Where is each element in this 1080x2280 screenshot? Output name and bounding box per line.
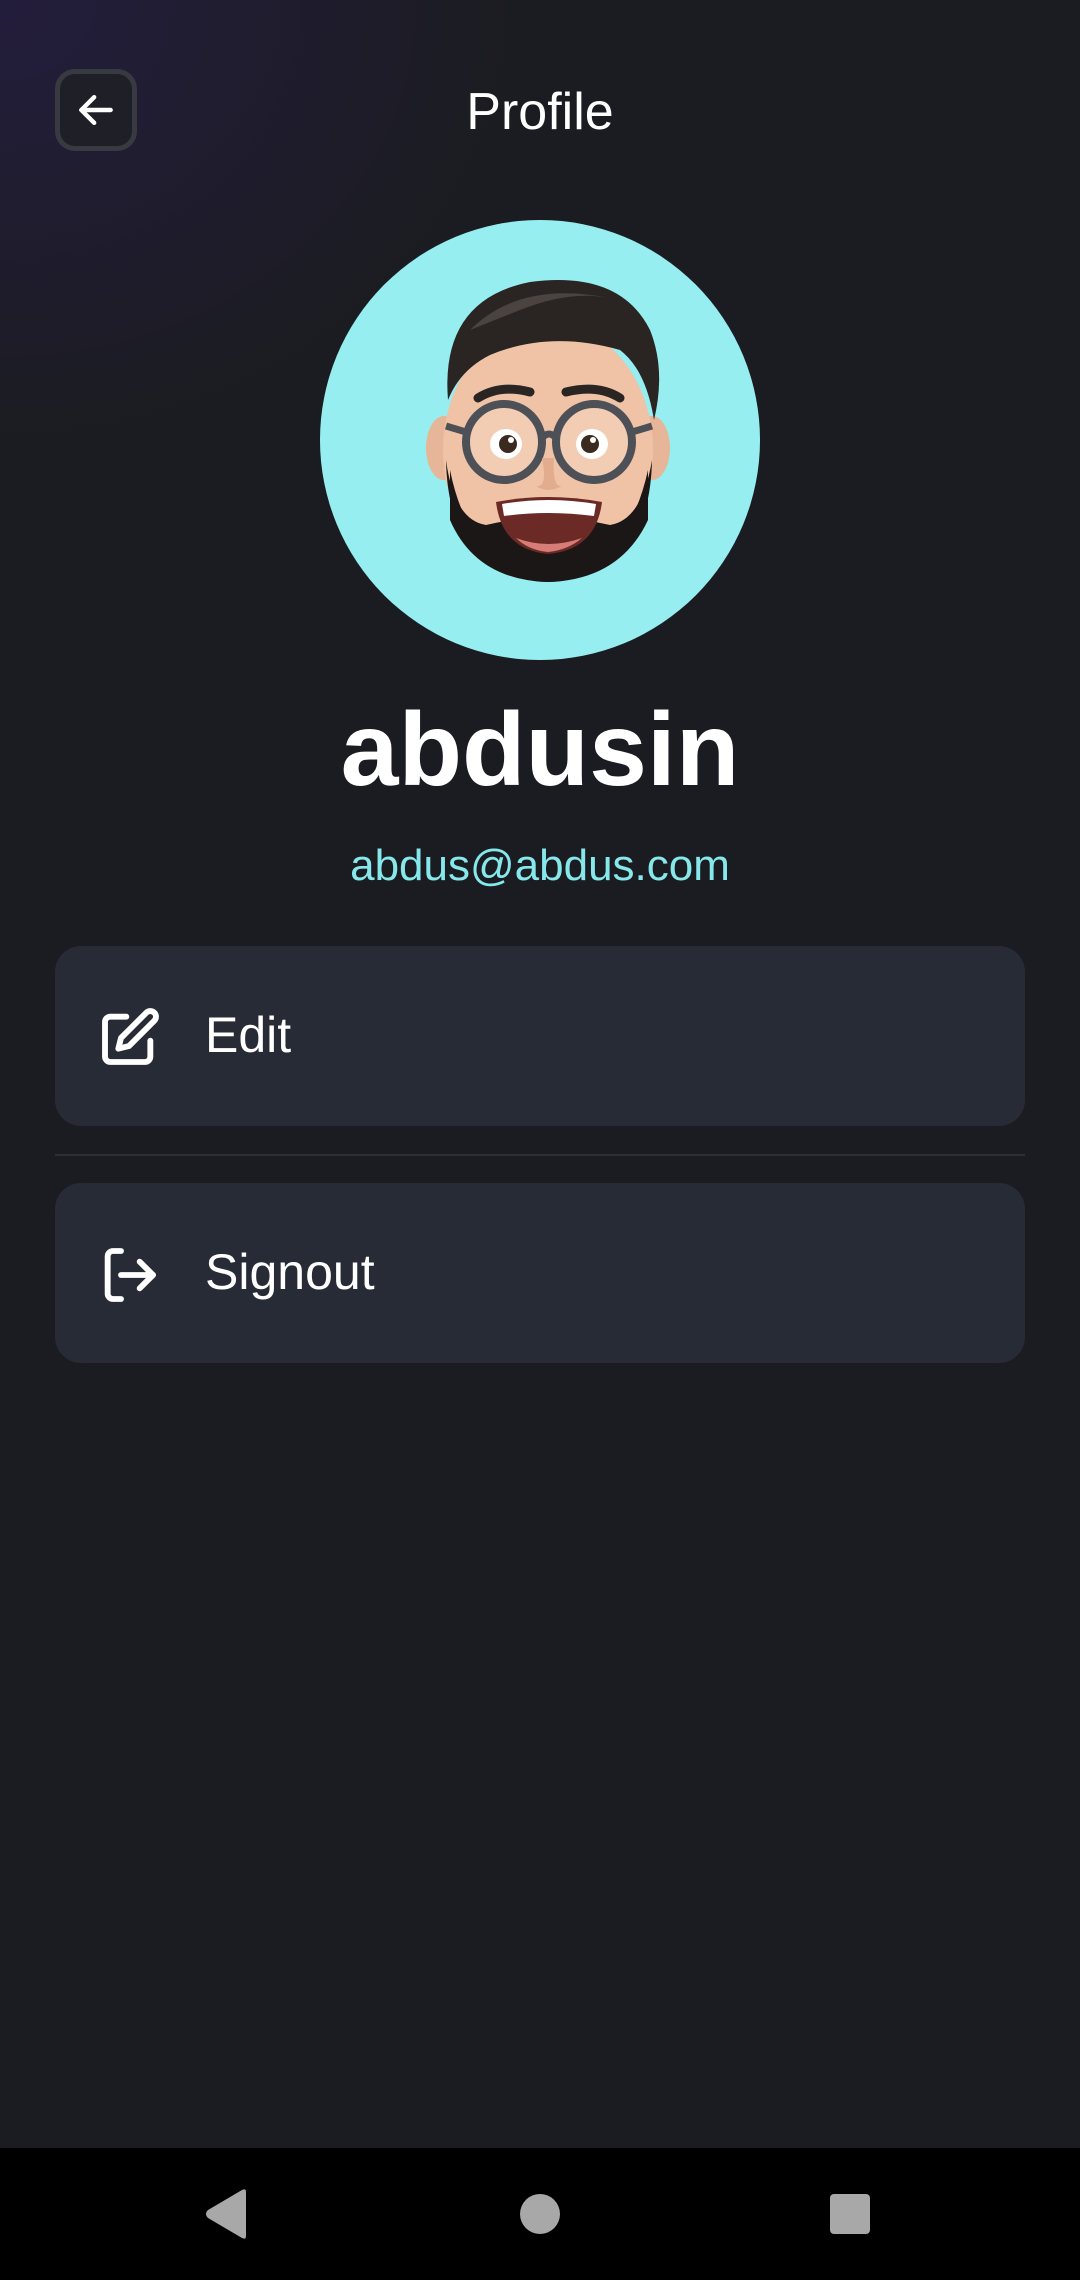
- avatar[interactable]: [320, 220, 760, 660]
- nav-recents-button[interactable]: [814, 2178, 886, 2250]
- system-nav-bar: [0, 2148, 1080, 2280]
- nav-home-icon: [520, 2194, 560, 2234]
- page-title: Profile: [466, 83, 614, 141]
- edit-label: Edit: [205, 1007, 292, 1063]
- nav-recents-icon: [830, 2194, 870, 2234]
- profile-screen: Profile abdusin abdus@abdus.com Edit Sig…: [0, 0, 1080, 2280]
- memoji-avatar: [426, 280, 670, 582]
- user-name: abdusin: [340, 692, 740, 808]
- edit-button[interactable]: Edit: [55, 946, 1025, 1126]
- nav-back-button[interactable]: [190, 2178, 262, 2250]
- divider: [55, 1154, 1025, 1156]
- user-email: abdus@abdus.com: [350, 841, 730, 890]
- signout-button[interactable]: Signout: [55, 1183, 1025, 1363]
- nav-home-button[interactable]: [504, 2178, 576, 2250]
- signout-icon: [104, 1248, 156, 1302]
- signout-label: Signout: [205, 1244, 375, 1300]
- edit-icon: [102, 1008, 159, 1065]
- nav-back-icon: [206, 2189, 246, 2239]
